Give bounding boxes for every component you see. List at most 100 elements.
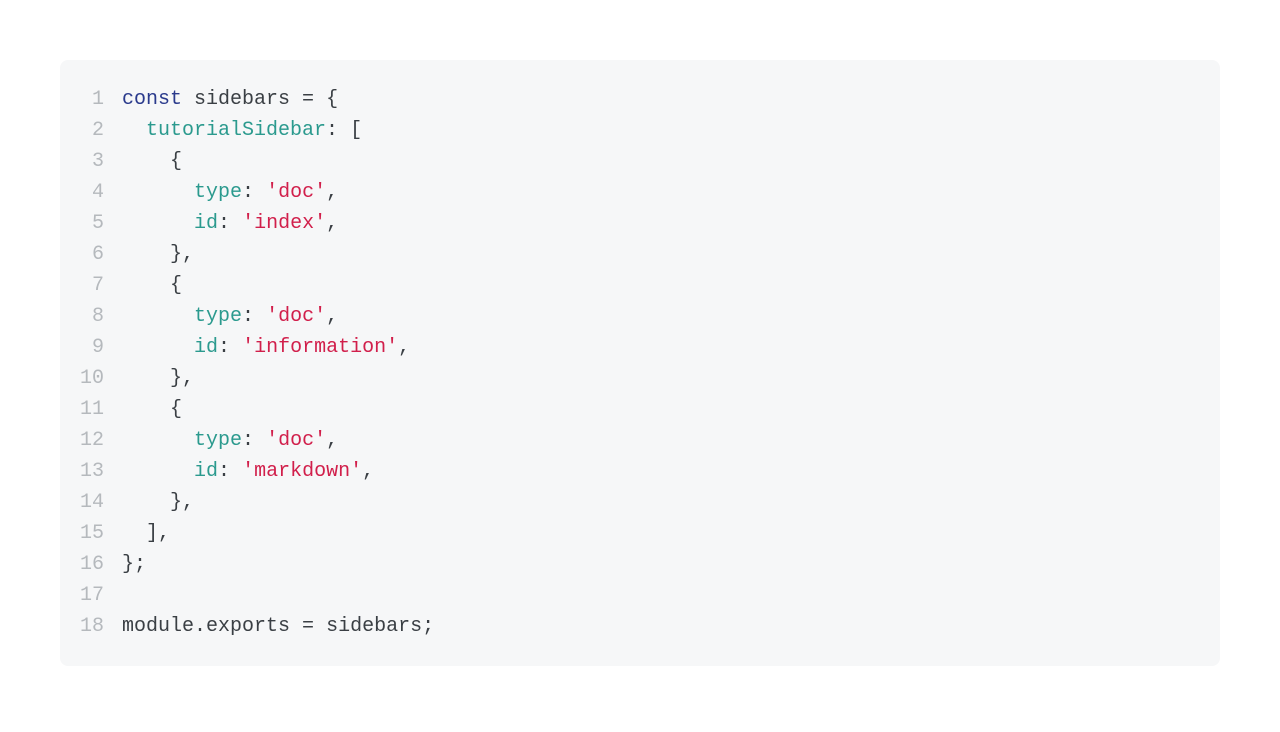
code-token: ,	[362, 460, 374, 483]
code-token: :	[242, 181, 254, 204]
code-token: :	[242, 429, 254, 452]
code-token	[122, 460, 194, 483]
code-token	[122, 150, 170, 173]
code-token: sidebars	[182, 88, 302, 111]
line-number: 9	[80, 332, 122, 363]
code-token: 'doc'	[266, 429, 326, 452]
code-line: 16};	[80, 549, 1200, 580]
code-line: 17	[80, 580, 1200, 611]
code-token: module	[122, 615, 194, 638]
code-token: ,	[326, 212, 338, 235]
line-number: 7	[80, 270, 122, 301]
code-line: 10 },	[80, 363, 1200, 394]
line-number: 8	[80, 301, 122, 332]
code-token: },	[170, 243, 194, 266]
code-token: 'doc'	[266, 181, 326, 204]
code-token: exports	[206, 615, 302, 638]
code-line: 2 tutorialSidebar: [	[80, 115, 1200, 146]
line-number: 2	[80, 115, 122, 146]
line-content[interactable]	[122, 580, 1200, 611]
line-number: 17	[80, 580, 122, 611]
line-content[interactable]: ],	[122, 518, 1200, 549]
code-token	[122, 429, 194, 452]
code-token: type	[194, 305, 242, 328]
code-token: 'doc'	[266, 305, 326, 328]
line-content[interactable]: },	[122, 239, 1200, 270]
line-content[interactable]: },	[122, 487, 1200, 518]
line-content[interactable]: {	[122, 270, 1200, 301]
line-number: 6	[80, 239, 122, 270]
code-token	[254, 429, 266, 452]
line-content[interactable]: id: 'information',	[122, 332, 1200, 363]
code-token	[122, 119, 146, 142]
code-token: {	[170, 398, 182, 421]
code-token: ;	[422, 615, 434, 638]
code-token	[122, 212, 194, 235]
code-token	[122, 336, 194, 359]
code-token	[230, 336, 242, 359]
code-token: type	[194, 181, 242, 204]
line-content[interactable]: };	[122, 549, 1200, 580]
code-token: {	[170, 274, 182, 297]
code-token: },	[170, 367, 194, 390]
code-token: id	[194, 212, 218, 235]
code-token: 'index'	[242, 212, 326, 235]
line-content[interactable]: type: 'doc',	[122, 425, 1200, 456]
code-token: :	[218, 460, 230, 483]
line-content[interactable]: tutorialSidebar: [	[122, 115, 1200, 146]
code-token: .	[194, 615, 206, 638]
code-token: sidebars	[314, 615, 422, 638]
code-token: ,	[326, 305, 338, 328]
line-content[interactable]: module.exports = sidebars;	[122, 611, 1200, 642]
code-token: :	[242, 305, 254, 328]
code-token: type	[194, 429, 242, 452]
line-content[interactable]: type: 'doc',	[122, 177, 1200, 208]
code-token	[122, 367, 170, 390]
code-token: 'information'	[242, 336, 398, 359]
line-number: 3	[80, 146, 122, 177]
code-token: tutorialSidebar	[146, 119, 326, 142]
line-content[interactable]: type: 'doc',	[122, 301, 1200, 332]
line-content[interactable]: {	[122, 146, 1200, 177]
code-line: 18module.exports = sidebars;	[80, 611, 1200, 642]
line-number: 16	[80, 549, 122, 580]
line-content[interactable]: id: 'markdown',	[122, 456, 1200, 487]
code-token	[122, 491, 170, 514]
code-token: 'markdown'	[242, 460, 362, 483]
line-number: 11	[80, 394, 122, 425]
code-token: :	[326, 119, 338, 142]
code-token: },	[170, 491, 194, 514]
line-number: 5	[80, 208, 122, 239]
line-number: 13	[80, 456, 122, 487]
line-number: 14	[80, 487, 122, 518]
code-token: :	[218, 212, 230, 235]
line-number: 12	[80, 425, 122, 456]
code-token: id	[194, 336, 218, 359]
code-token	[254, 305, 266, 328]
code-line: 12 type: 'doc',	[80, 425, 1200, 456]
code-token: [	[350, 119, 362, 142]
code-line: 11 {	[80, 394, 1200, 425]
line-content[interactable]: {	[122, 394, 1200, 425]
code-token: };	[122, 553, 146, 576]
line-number: 4	[80, 177, 122, 208]
line-number: 10	[80, 363, 122, 394]
line-content[interactable]: },	[122, 363, 1200, 394]
code-line: 9 id: 'information',	[80, 332, 1200, 363]
code-token: :	[218, 336, 230, 359]
code-line: 5 id: 'index',	[80, 208, 1200, 239]
code-token	[230, 460, 242, 483]
code-line: 13 id: 'markdown',	[80, 456, 1200, 487]
code-token	[122, 243, 170, 266]
code-line: 1const sidebars = {	[80, 84, 1200, 115]
line-content[interactable]: id: 'index',	[122, 208, 1200, 239]
code-token: ,	[326, 181, 338, 204]
code-token: {	[326, 88, 338, 111]
code-line: 8 type: 'doc',	[80, 301, 1200, 332]
code-line: 6 },	[80, 239, 1200, 270]
line-content[interactable]: const sidebars = {	[122, 84, 1200, 115]
code-line: 14 },	[80, 487, 1200, 518]
code-token	[122, 522, 146, 545]
line-number: 1	[80, 84, 122, 115]
code-token	[122, 398, 170, 421]
